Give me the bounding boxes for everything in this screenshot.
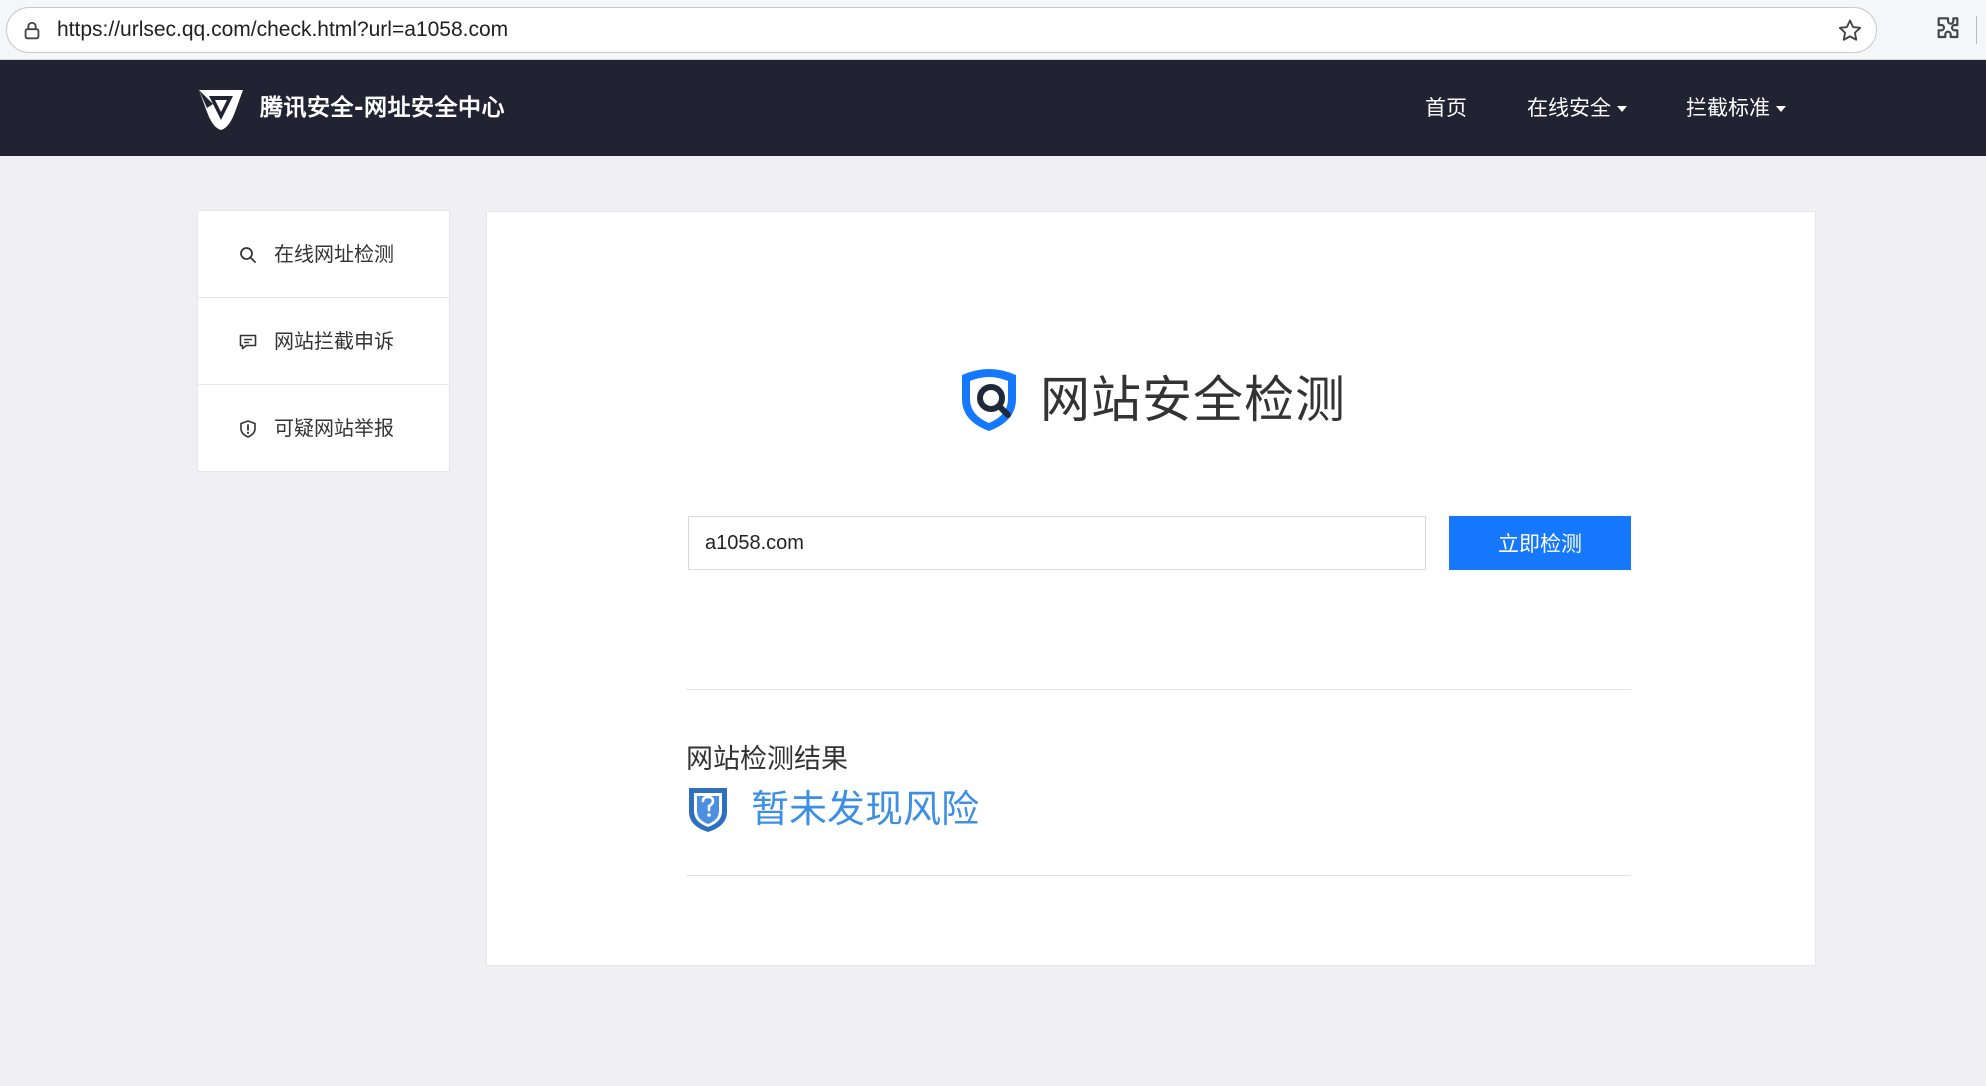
result-status: 暂未发现风险 (751, 787, 980, 831)
address-bar[interactable]: https://urlsec.qq.com/check.html?url=a10… (6, 7, 1877, 53)
page-title: 网站安全检测 (1040, 371, 1346, 429)
nav-block-standards-label: 拦截标准 (1686, 96, 1770, 120)
result-heading: 网站检测结果 (686, 744, 848, 775)
url-input[interactable] (688, 516, 1426, 570)
site-header: 腾讯安全-网址安全中心 首页 在线安全 拦截标准 (0, 60, 1986, 156)
check-now-button[interactable]: 立即检测 (1449, 516, 1631, 570)
nav-home-label: 首页 (1425, 96, 1467, 120)
nav-online-security-label: 在线安全 (1527, 96, 1611, 120)
lock-icon[interactable] (21, 20, 43, 42)
divider (686, 875, 1631, 876)
message-icon (239, 334, 257, 350)
extensions-puzzle-icon[interactable] (1932, 13, 1964, 45)
bookmark-star-icon[interactable] (1836, 17, 1864, 45)
toolbar-separator (1976, 16, 1977, 44)
caret-down-icon (1776, 106, 1786, 112)
shield-unknown-icon (689, 788, 727, 832)
divider (686, 689, 1631, 690)
nav-home[interactable]: 首页 (1425, 60, 1467, 156)
check-panel: 网站安全检测 立即检测 网站检测结果 暂未发现风险 (486, 211, 1816, 966)
nav-online-security[interactable]: 在线安全 (1527, 60, 1627, 156)
tencent-security-logo-icon[interactable] (195, 82, 247, 134)
sidebar-item-label: 在线网址检测 (274, 242, 394, 266)
caret-down-icon (1617, 106, 1627, 112)
shield-search-icon (962, 369, 1016, 431)
sidebar-item-label: 可疑网站举报 (274, 416, 394, 440)
sidebar-item-appeal[interactable]: 网站拦截申诉 (198, 298, 449, 385)
sidebar-item-label: 网站拦截申诉 (274, 329, 394, 353)
site-title[interactable]: 腾讯安全-网址安全中心 (260, 60, 505, 156)
search-icon (240, 247, 256, 263)
nav-block-standards[interactable]: 拦截标准 (1686, 60, 1786, 156)
url-text[interactable]: https://urlsec.qq.com/check.html?url=a10… (57, 8, 508, 52)
sidebar: 在线网址检测 网站拦截申诉 可疑网站举报 (197, 210, 450, 472)
sidebar-item-report[interactable]: 可疑网站举报 (198, 385, 449, 472)
shield-alert-icon (240, 420, 256, 438)
browser-toolbar: https://urlsec.qq.com/check.html?url=a10… (0, 0, 1986, 60)
sidebar-item-url-check[interactable]: 在线网址检测 (198, 211, 449, 298)
